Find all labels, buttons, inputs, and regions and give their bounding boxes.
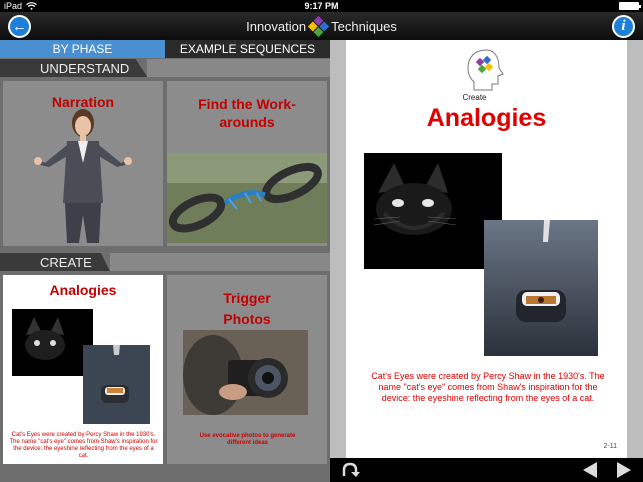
section-understand-header: UNDERSTAND bbox=[0, 58, 330, 78]
status-bar: iPad 9:17 PM bbox=[0, 0, 643, 12]
card-analogies-title: Analogies bbox=[49, 282, 117, 298]
card-find-the-workarounds[interactable]: Find the Work-arounds bbox=[167, 81, 327, 246]
phase-label: Create bbox=[462, 93, 487, 102]
info-icon: i bbox=[621, 18, 626, 34]
app-title-right: Techniques bbox=[331, 18, 397, 34]
tab-by-phase[interactable]: BY PHASE bbox=[0, 40, 165, 58]
cat-photo bbox=[364, 153, 502, 269]
app-bar: ← Innovation Techniques i bbox=[0, 12, 643, 40]
page-number: 2-11 bbox=[603, 443, 618, 450]
card-workarounds-title: Find the Work-arounds bbox=[198, 96, 296, 130]
narrator-photo bbox=[34, 109, 132, 243]
card-narration[interactable]: Narration bbox=[3, 81, 163, 246]
tab-example-sequences[interactable]: EXAMPLE SEQUENCES bbox=[165, 40, 330, 58]
chain-photo bbox=[167, 153, 327, 243]
create-cards: Analogies Cat's Eyes were created by Per… bbox=[0, 272, 330, 467]
technique-caption: Cat's Eyes were created by Percy Shaw in… bbox=[371, 371, 605, 403]
section-create-header: CREATE bbox=[0, 252, 330, 272]
technique-title: Analogies bbox=[426, 104, 547, 132]
road-reflector-photo bbox=[484, 220, 598, 356]
camera-photo-thumb bbox=[183, 330, 308, 415]
card-trigger-caption: Use evocative photos to generate differe… bbox=[199, 433, 296, 446]
card-trigger-title-1: Trigger bbox=[223, 290, 271, 306]
app-title-left: Innovation bbox=[246, 18, 307, 34]
create-head-icon bbox=[467, 49, 504, 91]
info-button[interactable]: i bbox=[612, 15, 635, 38]
technique-page: Create Analogies Cat's Eyes were created… bbox=[346, 40, 627, 458]
curved-arrow-icon[interactable] bbox=[340, 462, 360, 478]
technique-detail-pane: Create Analogies Cat's Eyes were created… bbox=[330, 40, 643, 482]
card-analogies[interactable]: Analogies Cat's Eyes were created by Per… bbox=[3, 275, 163, 464]
card-trigger-title-2: Photos bbox=[223, 311, 271, 327]
card-trigger-photos[interactable]: Trigger Photos Use evocative photos to g… bbox=[167, 275, 327, 464]
road-reflector-photo-thumb bbox=[83, 345, 150, 424]
status-time: 9:17 PM bbox=[304, 1, 339, 11]
section-create-label: CREATE bbox=[0, 253, 110, 271]
wifi-icon bbox=[26, 2, 37, 10]
next-page-button[interactable] bbox=[615, 461, 633, 479]
battery-icon bbox=[619, 2, 641, 10]
back-button[interactable]: ← bbox=[8, 15, 31, 38]
device-label: iPad bbox=[4, 1, 23, 11]
previous-page-button[interactable] bbox=[581, 461, 599, 479]
phase-tabs: BY PHASE EXAMPLE SEQUENCES bbox=[0, 40, 330, 58]
cat-photo-thumb bbox=[12, 309, 93, 376]
section-understand-label: UNDERSTAND bbox=[0, 59, 148, 77]
understand-cards: Narration Find the Work-arounds bbox=[0, 78, 330, 249]
card-analogies-caption: Cat's Eyes were created by Percy Shaw in… bbox=[9, 432, 158, 459]
page-toolbar bbox=[330, 458, 643, 482]
technique-browser: BY PHASE EXAMPLE SEQUENCES UNDERSTAND Na… bbox=[0, 40, 330, 482]
back-arrow-icon: ← bbox=[12, 18, 27, 35]
app-logo-icon bbox=[308, 15, 330, 37]
